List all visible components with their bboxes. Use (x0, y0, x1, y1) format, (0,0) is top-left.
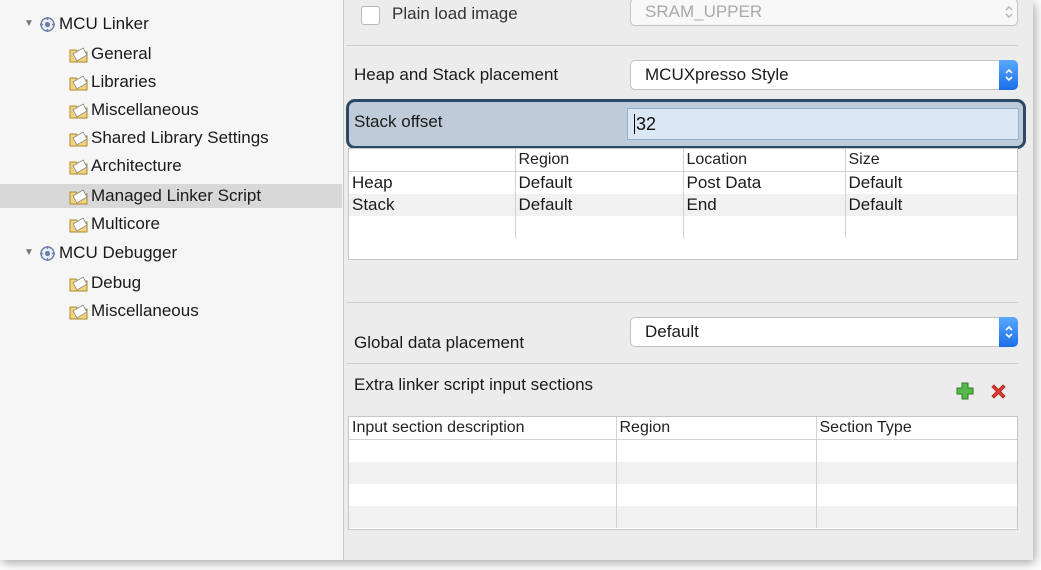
page-icon (68, 274, 90, 292)
plain-load-region-value: SRAM_UPPER (645, 2, 763, 21)
heap-stack-placement-select[interactable]: MCUXpresso Style (630, 60, 1018, 90)
table-row (349, 484, 1017, 506)
tree-item-label: Libraries (91, 72, 157, 91)
page-icon (68, 302, 90, 320)
tree-group-mcu-debugger[interactable]: ▼ MCU Debugger (22, 241, 177, 265)
table-header-row: Input section description Region Section… (349, 417, 1017, 440)
heap-stack-table: Region Location Size Heap Default Post D… (348, 148, 1018, 260)
table-cell (349, 216, 516, 238)
table-row (349, 506, 1017, 528)
tree-group-mcu-linker[interactable]: ▼ MCU Linker (22, 12, 149, 36)
table-row (349, 439, 1017, 462)
extra-sections-table: Input section description Region Section… (348, 416, 1018, 530)
tree-item-debugger-miscellaneous[interactable]: Miscellaneous (68, 299, 199, 323)
stack-offset-value: 32 (636, 114, 657, 134)
tree-item-label: Multicore (91, 214, 160, 233)
page-icon (68, 45, 90, 63)
global-data-placement-value: Default (645, 322, 699, 341)
table-cell[interactable]: Default (845, 194, 1017, 216)
table-cell[interactable]: End (683, 194, 846, 216)
expand-triangle-icon[interactable]: ▼ (22, 12, 36, 36)
settings-tree: ▼ MCU Linker General Libraries Miscellan… (0, 0, 344, 560)
select-arrows-icon (999, 317, 1018, 347)
column-header-size[interactable]: Size (845, 149, 1017, 172)
tree-item-shared-library-settings[interactable]: Shared Library Settings (68, 126, 269, 150)
column-header-region[interactable]: Region (515, 149, 684, 172)
tree-item-label: Debug (91, 273, 142, 292)
plain-load-region-select[interactable]: SRAM_UPPER (630, 0, 1018, 26)
table-cell: Heap (349, 171, 516, 194)
tree-item-label: Shared Library Settings (91, 128, 269, 147)
text-caret (634, 114, 635, 134)
table-cell[interactable]: Default (845, 172, 1017, 195)
table-row-empty (349, 216, 1017, 238)
stack-offset-label: Stack offset (354, 112, 443, 131)
heap-stack-placement-value: MCUXpresso Style (645, 65, 789, 84)
page-icon (68, 157, 90, 175)
remove-section-icon[interactable] (989, 382, 1008, 401)
add-section-icon[interactable] (955, 381, 975, 401)
table-row-stack[interactable]: Stack Default End Default (349, 194, 1017, 216)
preferences-dialog: ▼ MCU Linker General Libraries Miscellan… (0, 0, 1033, 560)
global-data-placement-label: Global data placement (354, 333, 525, 352)
page-icon (68, 187, 90, 205)
table-cell (683, 216, 846, 238)
tree-item-multicore[interactable]: Multicore (68, 212, 160, 236)
separator (346, 363, 1018, 364)
tree-item-miscellaneous[interactable]: Miscellaneous (68, 98, 199, 122)
select-arrows-icon (999, 60, 1018, 90)
page-icon (68, 215, 90, 233)
tree-group-label: MCU Linker (59, 14, 149, 33)
plain-load-image-label: Plain load image (392, 4, 518, 23)
select-arrows-icon (999, 0, 1018, 26)
stack-offset-input[interactable]: 32 (627, 108, 1019, 140)
tree-item-libraries[interactable]: Libraries (68, 70, 156, 94)
table-cell[interactable]: Post Data (683, 171, 846, 194)
table-cell: Stack (349, 194, 516, 216)
global-data-placement-select[interactable]: Default (630, 317, 1018, 347)
table-cell[interactable]: Default (515, 194, 684, 216)
table-cell[interactable]: Default (515, 171, 684, 194)
tree-item-label: Managed Linker Script (91, 186, 262, 205)
table-header-row: Region Location Size (349, 149, 1017, 172)
tree-item-debug[interactable]: Debug (68, 271, 141, 295)
tree-item-managed-linker-script[interactable]: Managed Linker Script (0, 184, 342, 208)
column-header-section-type[interactable]: Section Type (816, 417, 1017, 440)
column-header-region[interactable]: Region (616, 417, 817, 440)
tree-item-label: Architecture (91, 156, 182, 175)
tree-item-architecture[interactable]: Architecture (68, 154, 182, 178)
page-icon (68, 101, 90, 119)
tree-group-label: MCU Debugger (59, 243, 178, 262)
tree-item-label: Miscellaneous (91, 301, 199, 320)
tool-gear-icon (38, 244, 56, 262)
tree-item-general[interactable]: General (68, 42, 151, 66)
stack-offset-row-highlight: Stack offset 32 (346, 99, 1026, 149)
separator (346, 302, 1018, 303)
expand-triangle-icon[interactable]: ▼ (22, 241, 36, 265)
extra-sections-label: Extra linker script input sections (354, 375, 594, 394)
tree-item-label: General (91, 44, 152, 63)
heap-stack-placement-label: Heap and Stack placement (354, 65, 559, 84)
tree-item-label: Miscellaneous (91, 100, 199, 119)
table-cell (515, 216, 684, 238)
table-row-heap[interactable]: Heap Default Post Data Default (349, 171, 1017, 195)
page-icon (68, 129, 90, 147)
column-header[interactable] (349, 149, 516, 172)
column-header-location[interactable]: Location (683, 149, 846, 172)
plain-load-image-checkbox[interactable] (361, 6, 380, 25)
table-row (349, 462, 1017, 484)
separator (346, 45, 1018, 46)
tool-gear-icon (38, 15, 56, 33)
column-header-description[interactable]: Input section description (349, 417, 617, 440)
table-cell (845, 216, 1017, 238)
page-icon (68, 73, 90, 91)
